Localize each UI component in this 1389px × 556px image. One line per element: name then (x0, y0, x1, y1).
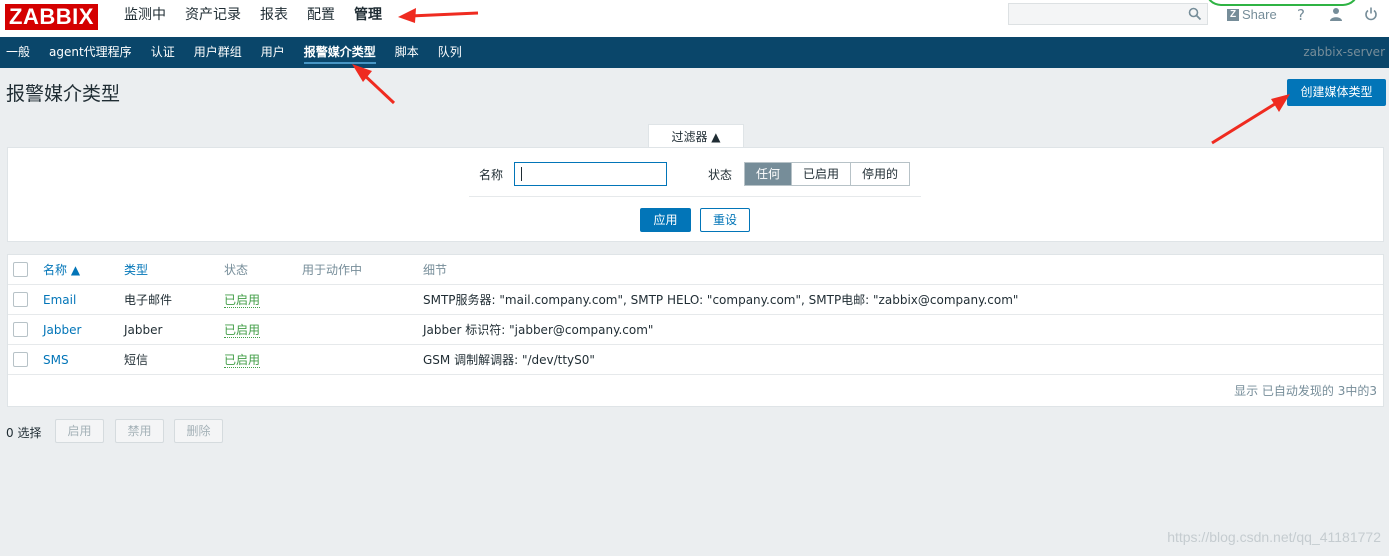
submenu-user-groups[interactable]: 用户群组 (194, 37, 242, 68)
arrow-to-media-types-tab (352, 64, 396, 105)
submenu-authentication[interactable]: 认证 (151, 37, 175, 68)
menu-reports[interactable]: 报表 (260, 0, 288, 37)
reset-filter-button[interactable]: 重设 (700, 208, 750, 232)
media-types-table: 名称 ▲ 类型 状态 用于动作中 细节 Email 电子邮件 已启用 SMTP服… (7, 254, 1384, 407)
share-button[interactable]: Z Share (1227, 7, 1277, 22)
server-name: zabbix-server (1303, 45, 1385, 59)
column-header-used-in-actions: 用于动作中 (302, 263, 363, 277)
status-option-enabled[interactable]: 已启用 (792, 163, 852, 185)
apply-filter-button[interactable]: 应用 (640, 208, 691, 232)
search-icon[interactable] (1188, 7, 1202, 21)
user-profile-icon[interactable] (1329, 7, 1343, 21)
arrow-to-create-button (1211, 94, 1290, 145)
filter-panel (7, 147, 1384, 242)
filter-status-segmented: 任何 已启用 停用的 (744, 162, 911, 186)
table-row: Jabber Jabber 已启用 Jabber 标识符: "jabber@co… (8, 315, 1383, 345)
media-type-details: Jabber 标识符: "jabber@company.com" (423, 323, 654, 337)
media-type-details: GSM 调制解调器: "/dev/ttyS0" (423, 353, 595, 367)
zabbix-share-icon: Z (1227, 8, 1239, 21)
status-toggle[interactable]: 已启用 (224, 285, 261, 315)
status-toggle[interactable]: 已启用 (224, 315, 261, 345)
column-header-name[interactable]: 名称 ▲ (43, 255, 80, 285)
media-type-type: 电子邮件 (124, 293, 173, 307)
global-search-input[interactable] (1008, 3, 1208, 25)
sub-menu-bar: 一般 agent代理程序 认证 用户群组 用户 报警媒介类型 脚本 队列 zab… (0, 37, 1389, 68)
media-type-name-link[interactable]: Jabber (43, 315, 81, 345)
filter-tab[interactable]: 过滤器 ▲ (648, 124, 744, 149)
page-title: 报警媒介类型 (6, 83, 121, 105)
status-option-disabled[interactable]: 停用的 (851, 163, 910, 185)
table-row: SMS 短信 已启用 GSM 调制解调器: "/dev/ttyS0" (8, 345, 1383, 375)
submenu-general[interactable]: 一般 (6, 37, 30, 68)
media-type-type: 短信 (124, 353, 149, 367)
table-row: Email 电子邮件 已启用 SMTP服务器: "mail.company.co… (8, 285, 1383, 315)
media-type-name-link[interactable]: SMS (43, 345, 69, 375)
filter-name-input[interactable] (514, 162, 667, 186)
main-menu: 监测中 资产记录 报表 配置 管理 (124, 0, 401, 37)
table-footer-count: 显示 已自动发现的 3中的3 (1234, 384, 1377, 398)
menu-inventory[interactable]: 资产记录 (185, 0, 241, 37)
share-label: Share (1242, 7, 1277, 22)
table-header-row: 名称 ▲ 类型 状态 用于动作中 细节 (8, 255, 1383, 285)
filter-name-label: 名称 (479, 168, 504, 182)
media-type-type: Jabber (124, 323, 163, 337)
submenu-users[interactable]: 用户 (261, 37, 285, 68)
row-checkbox[interactable] (13, 322, 28, 337)
status-option-any[interactable]: 任何 (745, 163, 793, 185)
zabbix-logo[interactable]: ZABBIX (5, 4, 98, 30)
watermark-text: https://blog.csdn.net/qq_41181772 (1167, 529, 1381, 545)
column-header-status: 状态 (224, 263, 249, 277)
help-icon[interactable]: ? (1297, 6, 1305, 24)
submenu-queue[interactable]: 队列 (438, 37, 462, 68)
select-all-checkbox[interactable] (13, 262, 28, 277)
menu-administration[interactable]: 管理 (354, 0, 382, 37)
selected-count: 0 选择 (6, 426, 42, 440)
status-toggle[interactable]: 已启用 (224, 345, 261, 375)
column-header-type[interactable]: 类型 (124, 255, 148, 285)
enable-selected-button[interactable]: 启用 (55, 419, 104, 443)
row-checkbox[interactable] (13, 292, 28, 307)
decorative-overlay (1205, 0, 1359, 6)
submenu-proxies[interactable]: agent代理程序 (49, 37, 132, 68)
create-media-type-button[interactable]: 创建媒体类型 (1287, 79, 1386, 106)
submenu-scripts[interactable]: 脚本 (395, 37, 419, 68)
text-caret (521, 167, 522, 181)
submenu-media-types[interactable]: 报警媒介类型 (303, 37, 376, 68)
delete-selected-button[interactable]: 删除 (174, 419, 223, 443)
media-type-details: SMTP服务器: "mail.company.com", SMTP HELO: … (423, 293, 1019, 307)
disable-selected-button[interactable]: 禁用 (115, 419, 164, 443)
filter-divider (469, 196, 921, 197)
menu-configuration[interactable]: 配置 (307, 0, 335, 37)
row-checkbox[interactable] (13, 352, 28, 367)
sign-out-icon[interactable] (1364, 7, 1378, 21)
filter-status-label: 状态 (708, 168, 733, 182)
media-type-name-link[interactable]: Email (43, 285, 76, 315)
column-header-details: 细节 (423, 263, 448, 277)
top-bar: ZABBIX 监测中 资产记录 报表 配置 管理 Z Share ? (0, 0, 1389, 37)
menu-monitoring[interactable]: 监测中 (124, 0, 166, 37)
